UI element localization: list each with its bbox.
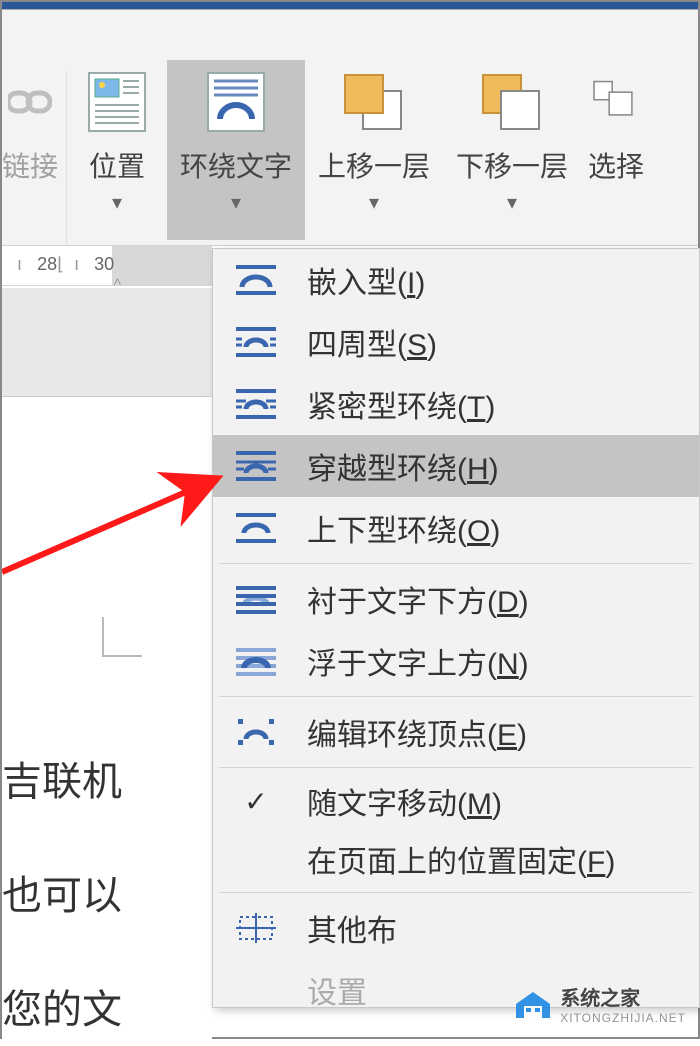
menu-tight[interactable]: 紧密型环绕(T)	[213, 373, 699, 435]
ribbon: 链接 位置 ▾	[2, 10, 698, 246]
doc-text-line: 也可以	[2, 863, 122, 921]
menu-label: 编辑环绕顶点(E)	[307, 710, 527, 754]
wrap-text-dropdown: 嵌入型(I) 四周型(S) 紧密型环绕(T) 穿越型环绕(H) 上下型环绕(O)…	[212, 248, 700, 1008]
menu-movewith[interactable]: ✓ 随文字移动(M)	[213, 772, 699, 830]
menu-label: 设置	[307, 968, 367, 1012]
menu-separator	[219, 767, 693, 768]
dropdown-arrow-icon: ▾	[507, 190, 517, 215]
menu-label: 穿越型环绕(H)	[307, 444, 499, 488]
select-label: 选择	[588, 150, 644, 184]
editpoints-icon	[231, 712, 281, 752]
doc-page[interactable]: 吉联机 也可以 您的文	[2, 396, 212, 1046]
send-backward-icon	[476, 66, 548, 138]
square-icon	[231, 322, 281, 362]
doc-text-line: 您的文	[2, 977, 122, 1035]
menu-topbottom[interactable]: 上下型环绕(O)	[213, 497, 699, 559]
topbottom-icon	[231, 508, 281, 548]
menu-label: 衬于文字下方(D)	[307, 577, 529, 621]
menu-other[interactable]: 其他布	[213, 897, 699, 959]
ruler-highlight	[112, 246, 212, 285]
menu-separator	[219, 696, 693, 697]
menu-label: 在页面上的位置固定(F)	[307, 837, 615, 881]
dropdown-arrow-icon: ▾	[369, 190, 379, 215]
menu-label: 嵌入型(I)	[307, 258, 425, 302]
bring-forward-button[interactable]: 上移一层 ▾	[305, 60, 443, 240]
other-icon	[231, 908, 281, 948]
menu-label: 随文字移动(M)	[307, 779, 502, 823]
dropdown-arrow-icon: ▾	[231, 190, 241, 215]
wrap-text-button[interactable]: 环绕文字 ▾	[167, 60, 305, 240]
send-backward-button[interactable]: 下移一层 ▾	[443, 60, 581, 240]
dropdown-arrow-icon: ▾	[112, 190, 122, 215]
inline-icon	[231, 260, 281, 300]
tight-icon	[231, 384, 281, 424]
menu-through[interactable]: 穿越型环绕(H)	[213, 435, 699, 497]
wrap-text-label: 环绕文字	[180, 150, 292, 184]
bring-forward-label: 上移一层	[318, 150, 430, 184]
through-icon	[231, 446, 281, 486]
ruler-numbers: 3 ı 28⌊ ı 30	[2, 254, 114, 275]
menu-separator	[219, 892, 693, 893]
title-bar-strip	[2, 2, 698, 10]
doc-background	[2, 288, 212, 396]
menu-label: 其他布	[307, 906, 397, 950]
watermark-title: 系统之家	[560, 982, 686, 1011]
doc-text-line: 吉联机	[2, 749, 122, 807]
front-icon	[231, 641, 281, 681]
link-label: 链接	[2, 150, 58, 184]
bring-forward-icon	[338, 66, 410, 138]
wrap-text-icon	[200, 66, 272, 138]
position-icon	[81, 66, 153, 138]
menu-fixpos[interactable]: 在页面上的位置固定(F)	[213, 830, 699, 888]
menu-label: 四周型(S)	[307, 320, 437, 364]
link-icon	[5, 66, 55, 138]
watermark-sub: XITONGZHIJIA.NET	[560, 1011, 686, 1025]
menu-front[interactable]: 浮于文字上方(N)	[213, 630, 699, 692]
watermark-logo-icon	[512, 986, 554, 1022]
menu-editpoints[interactable]: 编辑环绕顶点(E)	[213, 701, 699, 763]
menu-behind[interactable]: 衬于文字下方(D)	[213, 568, 699, 630]
menu-inline[interactable]: 嵌入型(I)	[213, 249, 699, 311]
position-button[interactable]: 位置 ▾	[67, 60, 167, 240]
link-button[interactable]: 链接	[2, 60, 66, 240]
menu-label: 上下型环绕(O)	[307, 506, 500, 550]
select-button[interactable]: 选择	[581, 60, 651, 240]
menu-separator	[219, 563, 693, 564]
watermark: 系统之家 XITONGZHIJIA.NET	[512, 982, 686, 1025]
menu-label: 紧密型环绕(T)	[307, 382, 495, 426]
menu-label: 浮于文字上方(N)	[307, 639, 529, 683]
menu-square[interactable]: 四周型(S)	[213, 311, 699, 373]
behind-icon	[231, 579, 281, 619]
ruler-indent-marker[interactable]: △	[112, 274, 123, 286]
select-icon	[581, 66, 651, 138]
position-label: 位置	[89, 150, 145, 184]
checkmark-icon: ✓	[231, 785, 281, 818]
margin-corner-icon	[102, 617, 142, 657]
send-backward-label: 下移一层	[456, 150, 568, 184]
